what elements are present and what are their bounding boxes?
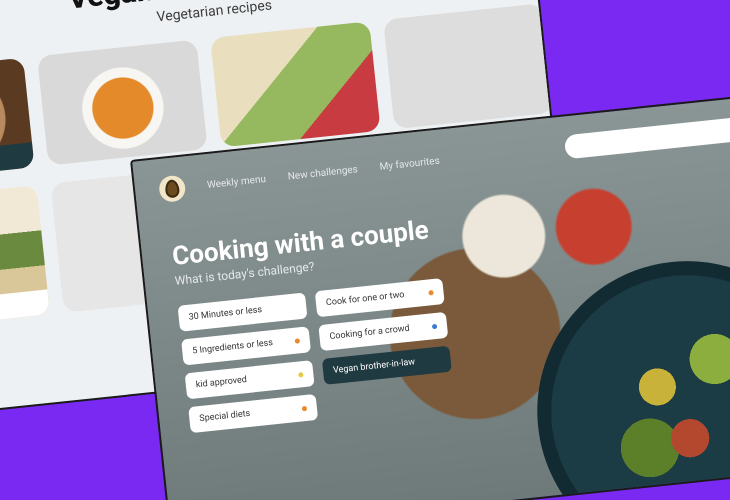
chip-dot-icon (428, 290, 433, 295)
recipe-card-avocado-toast[interactable] (210, 21, 381, 147)
chip-dot-icon (432, 323, 437, 328)
chip-label: 30 Minutes or less (188, 305, 262, 323)
chip-dot-icon (302, 405, 307, 410)
front-nav: Weekly menu New challenges My favourites (206, 155, 440, 190)
chip-label: 5 Ingredients or less (192, 338, 274, 356)
recipe-card-label: mus table (0, 142, 35, 184)
nav-my-favourites[interactable]: My favourites (379, 155, 440, 172)
chip-vegan-brother-in-law[interactable]: Vegan brother-in-law (322, 346, 452, 385)
recipe-card-soup[interactable] (37, 40, 208, 166)
recipe-card-label: reen sandwich (0, 289, 50, 331)
chip-cooking-for-a-crowd[interactable]: Cooking for a crowd (318, 312, 448, 351)
chip-column-2: Cook for one or two Cooking for a crowd … (315, 278, 456, 419)
chip-label: Cooking for a crowd (329, 324, 410, 342)
chip-special-diets[interactable]: Special diets (188, 394, 318, 433)
chip-column-1: 30 Minutes or less 5 Ingredients or less… (178, 292, 319, 433)
chip-dot-icon (295, 338, 300, 343)
recipe-card-green-sandwich[interactable]: reen sandwich (0, 185, 50, 331)
recipe-card-generic[interactable] (383, 3, 554, 129)
chip-30-minutes[interactable]: 30 Minutes or less (178, 292, 308, 331)
chip-5-ingredients[interactable]: 5 Ingredients or less (181, 326, 311, 365)
chip-label: Special diets (199, 409, 251, 424)
chip-kid-approved[interactable]: kid approved (185, 360, 315, 399)
search-input[interactable] (564, 116, 730, 160)
chip-label: kid approved (195, 375, 247, 390)
search-wrap (564, 115, 730, 159)
chip-label: Vegan brother-in-law (333, 357, 416, 376)
chip-cook-for-one-or-two[interactable]: Cook for one or two (315, 278, 445, 317)
nav-weekly-menu[interactable]: Weekly menu (206, 173, 266, 190)
app-logo[interactable] (158, 174, 187, 203)
nav-new-challenges[interactable]: New challenges (287, 164, 358, 182)
chip-dot-icon (291, 304, 296, 309)
avocado-icon (164, 179, 180, 198)
chip-dot-icon (298, 372, 303, 377)
recipe-card-hummus[interactable]: mus table (0, 58, 35, 184)
front-screen: Weekly menu New challenges My favourites… (130, 92, 730, 500)
chip-label: Cook for one or two (326, 290, 405, 308)
